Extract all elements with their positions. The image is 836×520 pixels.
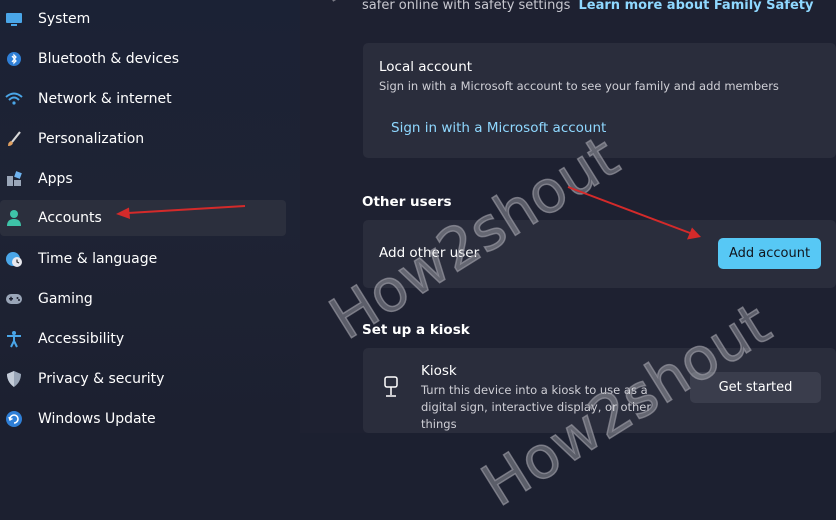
sidebar-item-label: Time & language [38,251,158,267]
get-started-button[interactable]: Get started [690,372,821,403]
local-account-description: Sign in with a Microsoft account to see … [379,79,779,93]
kiosk-card: Kiosk Turn this device into a kiosk to u… [363,348,836,433]
sidebar-item-label: System [38,11,91,27]
sidebar-item-label: Accessibility [38,331,125,347]
local-account-title: Local account [379,59,473,75]
monitor-icon [4,9,24,29]
sign-in-microsoft-link[interactable]: Sign in with a Microsoft account [391,120,606,136]
kiosk-heading: Set up a kiosk [362,322,470,338]
bluetooth-icon [4,49,24,69]
sidebar-item-accessibility[interactable]: Accessibility [0,321,286,357]
accessibility-icon [4,329,24,349]
add-other-user-label: Add other user [379,245,480,261]
gamepad-icon [4,289,24,309]
sidebar-item-accounts[interactable]: Accounts [0,200,286,236]
kiosk-title: Kiosk [421,363,457,379]
sidebar-item-gaming[interactable]: Gaming [0,281,286,317]
sidebar-item-windows-update[interactable]: Windows Update [0,401,286,437]
sidebar-item-personalization[interactable]: Personalization [0,121,286,157]
family-info-line: safer online with safety settings Learn … [362,0,813,13]
brush-icon [4,129,24,149]
family-info-text: safer online with safety settings [362,0,571,13]
local-account-card: Local account Sign in with a Microsoft a… [363,43,836,158]
add-other-user-card: Add other user Add account [363,220,836,288]
sidebar-item-label: Network & internet [38,91,172,107]
shield-icon [4,369,24,389]
wifi-icon [4,89,24,109]
sidebar-item-label: Bluetooth & devices [38,51,180,67]
sidebar-item-bluetooth[interactable]: Bluetooth & devices [0,41,286,77]
sidebar-item-label: Windows Update [38,411,156,427]
apps-icon [4,169,24,189]
sidebar-item-label: Apps [38,171,73,187]
other-users-heading: Other users [362,194,452,210]
sidebar-item-system[interactable]: System [0,1,286,37]
settings-sidebar: System Bluetooth & devices Network & int… [0,0,300,433]
sidebar-item-apps[interactable]: Apps [0,161,286,197]
accounts-content: safer online with safety settings Learn … [300,0,836,433]
sidebar-item-label: Accounts [38,210,102,226]
sidebar-item-network[interactable]: Network & internet [0,81,286,117]
sidebar-item-label: Personalization [38,131,145,147]
person-icon [4,208,24,228]
kiosk-description: Turn this device into a kiosk to use as … [421,383,652,431]
update-icon [4,409,24,429]
sidebar-item-label: Gaming [38,291,93,307]
kiosk-icon [382,376,400,402]
add-account-button[interactable]: Add account [718,238,821,269]
sidebar-item-time-language[interactable]: Time & language [0,241,286,277]
sidebar-item-privacy-security[interactable]: Privacy & security [0,361,286,397]
globe-clock-icon [4,249,24,269]
learn-more-family-link[interactable]: Learn more about Family Safety [579,0,814,13]
sidebar-item-label: Privacy & security [38,371,165,387]
